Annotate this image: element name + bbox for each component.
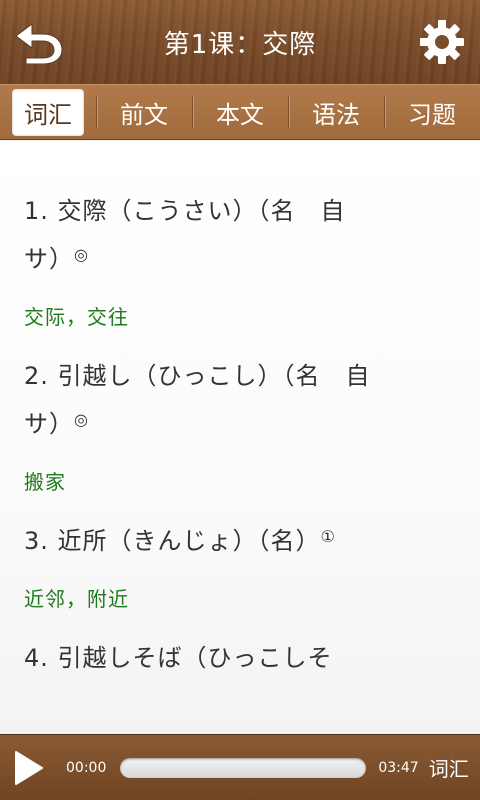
back-arrow-icon xyxy=(15,23,63,64)
vocab-entry: 4. 引越しそば（ひっこしそ xyxy=(24,634,456,682)
vocab-entry: 1. 交際（こうさい）（名 自 サ）◎ 交际，交往 xyxy=(24,141,456,330)
title-bar: 第1课：交際 xyxy=(0,0,480,84)
vocab-entry: 2. 引越し（ひっこし）（名 自 サ）◎ 搬家 xyxy=(24,352,456,495)
player-section-label: 词汇 xyxy=(428,757,469,781)
total-time: 03:47 xyxy=(378,759,419,776)
accent-mark: ◎ xyxy=(74,410,89,429)
progress-bar[interactable] xyxy=(120,757,367,778)
audio-player: 00:00 03:47 词汇 xyxy=(0,734,480,800)
vocab-meaning: 搬家 xyxy=(24,470,66,494)
vocab-entry: 3. 近所（きんじょ）（名）① 近邻，附近 xyxy=(24,517,456,612)
tab-bar: 词汇 前文 本文 语法 习题 xyxy=(0,84,480,140)
tab-text[interactable]: 本文 xyxy=(192,84,288,140)
page-title: 第1课：交際 xyxy=(163,29,317,60)
back-button[interactable] xyxy=(10,14,66,70)
tab-preface[interactable]: 前文 xyxy=(96,84,192,140)
vocab-meaning: 近邻，附近 xyxy=(24,587,129,611)
play-button[interactable] xyxy=(0,735,56,800)
accent-mark: ① xyxy=(320,527,336,546)
vocabulary-list[interactable]: 1. 交際（こうさい）（名 自 サ）◎ 交际，交往 2. 引越し（ひっこし）（名… xyxy=(0,141,480,734)
tab-vocabulary[interactable]: 词汇 xyxy=(0,84,96,140)
vocab-meaning: 交际，交往 xyxy=(24,305,129,329)
gear-icon xyxy=(420,20,464,64)
vocab-term: 3. 近所（きんじょ）（名）① xyxy=(24,527,336,555)
play-icon xyxy=(15,750,43,785)
tab-grammar[interactable]: 语法 xyxy=(288,84,384,140)
accent-mark: ◎ xyxy=(74,245,89,264)
settings-button[interactable] xyxy=(414,14,470,70)
vocab-term: 4. 引越しそば（ひっこしそ xyxy=(24,644,333,672)
tab-exercises[interactable]: 习题 xyxy=(384,84,480,140)
vocab-term: 2. 引越し（ひっこし）（名 自 サ）◎ xyxy=(24,362,371,438)
vocab-term: 1. 交際（こうさい）（名 自 サ）◎ xyxy=(24,197,346,273)
current-time: 00:00 xyxy=(66,759,107,776)
